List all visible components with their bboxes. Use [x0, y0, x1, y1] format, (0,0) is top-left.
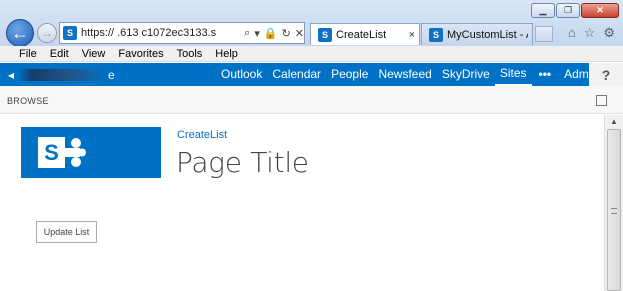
more-ellipsis-icon[interactable]: ••• [532, 63, 559, 86]
suite-link-skydrive[interactable]: SkyDrive [437, 63, 495, 86]
lock-icon[interactable]: 🔒 [264, 27, 278, 40]
dropdown-icon[interactable]: ▾ [254, 27, 260, 40]
restore-button[interactable]: ❐ [556, 3, 580, 18]
site-logo[interactable]: S [21, 127, 161, 178]
back-button[interactable]: ← [6, 19, 34, 47]
suite-brand[interactable]: ◂ e [8, 63, 115, 86]
tab-label: CreateList [336, 28, 387, 41]
address-tools: ⌕ ▾ 🔒 ↻ ✕ [244, 27, 304, 40]
settings-gear-icon[interactable]: ⚙ [603, 25, 615, 41]
suite-nav: Outlook Calendar People Newsfeed SkyDriv… [216, 63, 613, 86]
window-controls: ▁ ❐ ✕ [531, 3, 619, 18]
page-title: Page Title [176, 146, 309, 179]
address-url[interactable]: https:// .613 c1072ec3133.s [81, 27, 240, 39]
search-icon[interactable]: ⌕ [244, 27, 250, 40]
suite-link-outlook[interactable]: Outlook [216, 63, 267, 86]
tab-label: MyCustomList - All... [447, 28, 528, 41]
vertical-scrollbar[interactable]: ▲ [604, 115, 623, 291]
menu-favorites[interactable]: Favorites [118, 48, 163, 60]
suite-link-newsfeed[interactable]: Newsfeed [373, 63, 436, 86]
menu-file[interactable]: File [19, 48, 37, 60]
suite-link-calendar[interactable]: Calendar [267, 63, 326, 86]
suite-bar: ◂ e Outlook Calendar People Newsfeed Sky… [0, 63, 623, 86]
menu-tools[interactable]: Tools [177, 48, 203, 60]
tab-mycustomlist[interactable]: S MyCustomList - All... [421, 23, 533, 45]
scroll-thumb[interactable] [607, 129, 621, 291]
brand-suffix: e [108, 67, 115, 82]
scroll-up-icon[interactable]: ▲ [608, 117, 620, 129]
close-window-button[interactable]: ✕ [581, 3, 619, 18]
close-tab-icon[interactable]: × [409, 29, 415, 41]
sharepoint-logo-icon: S [38, 137, 86, 168]
update-list-button[interactable]: Update List [36, 221, 97, 243]
brand-arrow-icon: ◂ [8, 67, 15, 82]
menu-view[interactable]: View [82, 48, 106, 60]
menu-help[interactable]: Help [215, 48, 238, 60]
scroll-grip-icon [611, 208, 617, 214]
ribbon-tab-browse[interactable]: BROWSE [7, 96, 49, 106]
menu-edit[interactable]: Edit [50, 48, 69, 60]
home-icon[interactable]: ⌂ [568, 25, 576, 41]
new-tab-button[interactable] [535, 26, 553, 42]
tab-createlist[interactable]: S CreateList × [310, 23, 420, 45]
svg-text:S: S [44, 140, 59, 165]
suite-link-sites[interactable]: Sites [494, 63, 532, 86]
suite-link-people[interactable]: People [326, 63, 373, 86]
page-content: S CreateList Page Title Update List [0, 115, 604, 291]
redacted-brand-name [18, 68, 109, 81]
ribbon: BROWSE [0, 86, 623, 114]
minimize-button[interactable]: ▁ [531, 3, 555, 18]
focus-on-content-icon[interactable] [596, 95, 607, 106]
sharepoint-favicon-icon: S [429, 27, 443, 42]
forward-button[interactable]: → [37, 23, 57, 43]
browser-tools: ⌂ ☆ ⚙ [568, 25, 615, 41]
refresh-icon[interactable]: ↻ [282, 27, 291, 40]
menu-bar: File Edit View Favorites Tools Help [0, 46, 623, 62]
favorites-star-icon[interactable]: ☆ [584, 25, 596, 41]
stop-icon[interactable]: ✕ [295, 27, 304, 40]
sharepoint-favicon-icon: S [318, 27, 332, 42]
breadcrumb-createlist[interactable]: CreateList [177, 129, 227, 141]
sharepoint-favicon-icon: S [63, 26, 77, 40]
help-button[interactable]: ? [589, 63, 623, 86]
address-bar[interactable]: S https:// .613 c1072ec3133.s ⌕ ▾ 🔒 ↻ ✕ [59, 22, 305, 44]
browser-titlebar: ▁ ❐ ✕ ← → S https:// .613 c1072ec3133.s … [0, 0, 623, 47]
